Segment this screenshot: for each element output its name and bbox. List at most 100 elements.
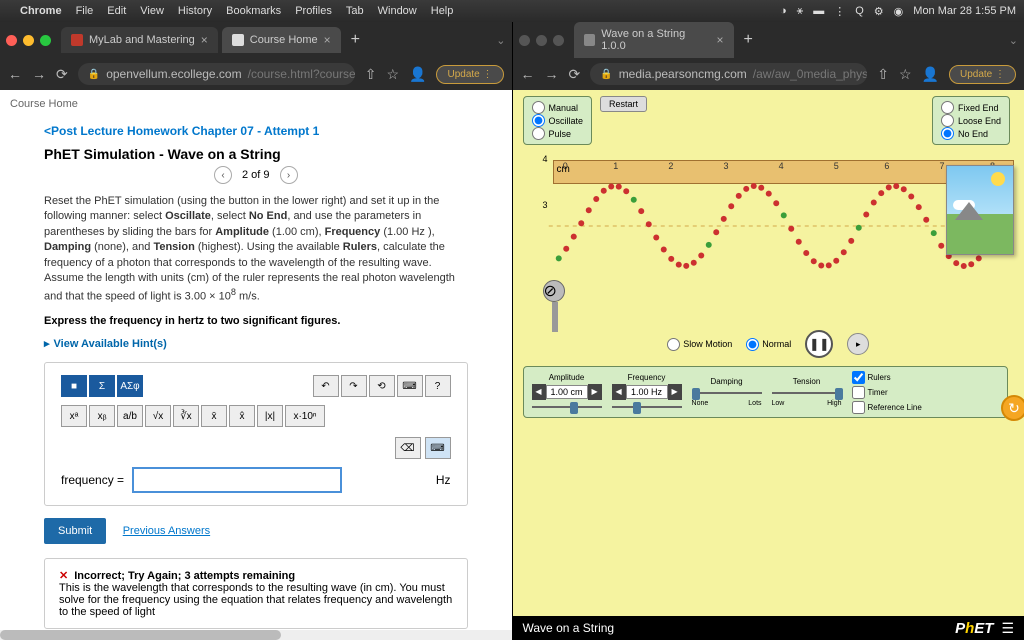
horizontal-scrollbar[interactable] bbox=[0, 630, 512, 640]
mode-manual[interactable]: Manual bbox=[532, 101, 584, 114]
tab-mylab[interactable]: MyLab and Mastering × bbox=[61, 27, 218, 53]
oscillator-wrench[interactable]: ⊘ bbox=[543, 280, 567, 330]
control-center-icon[interactable]: ⚙ bbox=[874, 5, 884, 18]
breadcrumb[interactable]: Course Home bbox=[0, 90, 512, 118]
close-window-button[interactable] bbox=[6, 35, 17, 46]
profile-icon[interactable]: 👤 bbox=[922, 66, 939, 83]
search-icon[interactable]: Q bbox=[855, 5, 864, 17]
back-link[interactable]: <Post Lecture Homework Chapter 07 - Atte… bbox=[44, 124, 468, 138]
back-button[interactable]: ← bbox=[521, 66, 535, 82]
rulers-check[interactable]: Rulers bbox=[852, 371, 922, 384]
end-fixed[interactable]: Fixed End bbox=[941, 101, 1001, 114]
backspace-button[interactable]: ⌫ bbox=[395, 437, 421, 459]
reset-all-button[interactable]: ↻ bbox=[1001, 395, 1024, 421]
frequency-value[interactable]: 1.00 Hz bbox=[626, 385, 668, 399]
math-btn[interactable]: √x bbox=[145, 405, 171, 427]
close-tab-icon[interactable]: × bbox=[324, 33, 331, 47]
help-button[interactable]: ? bbox=[425, 375, 451, 397]
math-btn[interactable]: xᵦ bbox=[89, 405, 115, 427]
phet-logo[interactable]: PhET bbox=[955, 620, 993, 637]
menu-view[interactable]: View bbox=[140, 5, 164, 17]
next-question-button[interactable]: › bbox=[280, 166, 298, 184]
menu-tab[interactable]: Tab bbox=[346, 5, 364, 17]
bookmark-icon[interactable]: ☆ bbox=[899, 66, 912, 83]
tab-phet[interactable]: Wave on a String 1.0.0 × bbox=[574, 22, 734, 58]
siri-icon[interactable]: ◉ bbox=[894, 5, 904, 18]
tab-course-home[interactable]: Course Home × bbox=[222, 27, 341, 53]
amplitude-value[interactable]: 1.00 cm bbox=[546, 385, 588, 399]
reset-button[interactable]: ⟲ bbox=[369, 375, 395, 397]
frequency-dec-button[interactable]: ◀ bbox=[612, 384, 626, 400]
keyboard-shortcut-button[interactable]: ⌨ bbox=[425, 437, 451, 459]
speed-normal[interactable]: Normal bbox=[746, 338, 791, 351]
zoom-window-button[interactable] bbox=[553, 35, 564, 46]
mode-pulse[interactable]: Pulse bbox=[532, 127, 584, 140]
math-btn[interactable]: a/b bbox=[117, 405, 143, 427]
end-loose[interactable]: Loose End bbox=[941, 114, 1001, 127]
update-button[interactable]: Update ⋮ bbox=[436, 65, 503, 84]
view-hints-link[interactable]: ▸ View Available Hint(s) bbox=[44, 337, 468, 350]
timer-check[interactable]: Timer bbox=[852, 386, 922, 399]
math-btn[interactable]: ∛x bbox=[173, 405, 199, 427]
amplitude-dec-button[interactable]: ◀ bbox=[532, 384, 546, 400]
step-button[interactable]: ▸ bbox=[847, 333, 869, 355]
menu-file[interactable]: File bbox=[76, 5, 94, 17]
frequency-slider[interactable] bbox=[612, 402, 682, 412]
submit-button[interactable]: Submit bbox=[44, 518, 106, 544]
menu-help[interactable]: Help bbox=[431, 5, 454, 17]
clock[interactable]: Mon Mar 28 1:55 PM bbox=[913, 5, 1016, 17]
speed-slow[interactable]: Slow Motion bbox=[667, 338, 732, 351]
bookmark-icon[interactable]: ☆ bbox=[386, 66, 399, 83]
redo-button[interactable]: ↷ bbox=[341, 375, 367, 397]
frequency-inc-button[interactable]: ▶ bbox=[668, 384, 682, 400]
previous-answers-link[interactable]: Previous Answers bbox=[123, 525, 210, 537]
forward-button[interactable]: → bbox=[545, 66, 559, 82]
amplitude-inc-button[interactable]: ▶ bbox=[588, 384, 602, 400]
close-tab-icon[interactable]: × bbox=[201, 33, 208, 47]
forward-button[interactable]: → bbox=[32, 66, 46, 82]
greek-button[interactable]: ΑΣφ bbox=[117, 375, 143, 397]
menu-history[interactable]: History bbox=[178, 5, 212, 17]
share-icon[interactable]: ⇧ bbox=[365, 66, 377, 83]
menu-bookmarks[interactable]: Bookmarks bbox=[226, 5, 281, 17]
close-window-button[interactable] bbox=[519, 35, 530, 46]
menu-icon[interactable]: ☰ bbox=[1001, 620, 1014, 637]
status-icon[interactable]: ◑ bbox=[780, 5, 787, 17]
wifi-icon[interactable]: ⋮ bbox=[834, 5, 845, 18]
address-bar[interactable]: 🔒 media.pearsoncmg.com/aw/aw_0media_phys… bbox=[590, 63, 867, 85]
menu-profiles[interactable]: Profiles bbox=[295, 5, 332, 17]
reload-button[interactable]: ⟳ bbox=[56, 66, 68, 83]
bluetooth-icon[interactable]: ⚹ bbox=[797, 5, 804, 18]
minimize-window-button[interactable] bbox=[536, 35, 547, 46]
app-name[interactable]: Chrome bbox=[20, 5, 62, 17]
math-btn[interactable]: xᵃ bbox=[61, 405, 87, 427]
answer-input[interactable] bbox=[132, 467, 342, 493]
menu-edit[interactable]: Edit bbox=[107, 5, 126, 17]
math-btn[interactable]: |x| bbox=[257, 405, 283, 427]
math-btn[interactable]: x̄ bbox=[201, 405, 227, 427]
prev-question-button[interactable]: ‹ bbox=[214, 166, 232, 184]
tabs-overflow-icon[interactable]: ⌄ bbox=[496, 34, 505, 47]
pause-button[interactable]: ❚❚ bbox=[805, 330, 833, 358]
battery-icon[interactable]: ▬ bbox=[813, 5, 824, 17]
update-button[interactable]: Update ⋮ bbox=[949, 65, 1016, 84]
new-tab-button[interactable]: + bbox=[744, 31, 753, 49]
address-bar[interactable]: 🔒 openvellum.ecollege.com/course.html?co… bbox=[78, 63, 355, 85]
math-btn[interactable]: x̂ bbox=[229, 405, 255, 427]
share-icon[interactable]: ⇧ bbox=[877, 66, 889, 83]
back-button[interactable]: ← bbox=[8, 66, 22, 82]
math-btn[interactable]: x·10ⁿ bbox=[285, 405, 325, 427]
mode-oscillate[interactable]: Oscillate bbox=[532, 114, 584, 127]
end-no-end[interactable]: No End bbox=[941, 127, 1001, 140]
reload-button[interactable]: ⟳ bbox=[569, 66, 581, 83]
profile-icon[interactable]: 👤 bbox=[409, 66, 426, 83]
tabs-overflow-icon[interactable]: ⌄ bbox=[1009, 34, 1018, 47]
tension-slider[interactable] bbox=[772, 388, 842, 398]
keyboard-button[interactable]: ⌨ bbox=[397, 375, 423, 397]
symbols-button[interactable]: Σ bbox=[89, 375, 115, 397]
amplitude-slider[interactable] bbox=[532, 402, 602, 412]
undo-button[interactable]: ↶ bbox=[313, 375, 339, 397]
damping-slider[interactable] bbox=[692, 388, 762, 398]
minimize-window-button[interactable] bbox=[23, 35, 34, 46]
new-tab-button[interactable]: + bbox=[351, 31, 360, 49]
